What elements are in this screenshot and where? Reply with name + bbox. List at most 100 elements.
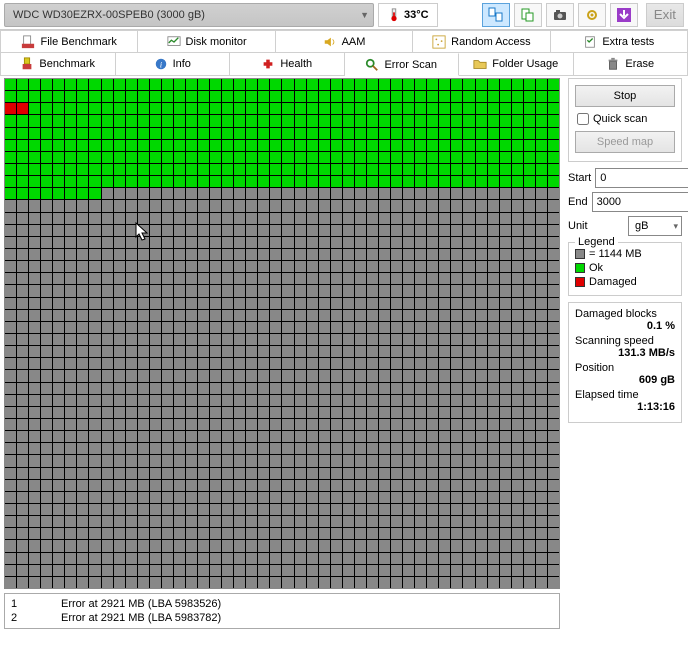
- tab-erase[interactable]: Erase: [574, 53, 688, 76]
- scan-cell: [391, 249, 402, 260]
- tab-random-access[interactable]: Random Access: [413, 30, 550, 53]
- scan-cell: [150, 492, 161, 503]
- scan-cell: [282, 346, 293, 357]
- scan-cell: [150, 285, 161, 296]
- stop-button[interactable]: Stop: [575, 85, 675, 107]
- scan-cell: [536, 298, 547, 309]
- scan-cell: [65, 103, 76, 114]
- scan-cell: [488, 140, 499, 151]
- scan-cell: [77, 91, 88, 102]
- scan-cell: [524, 91, 535, 102]
- scan-cell: [186, 91, 197, 102]
- tab-file-benchmark[interactable]: File Benchmark: [0, 30, 138, 53]
- scan-cell: [65, 310, 76, 321]
- scan-cell: [162, 370, 173, 381]
- toolbar-icon-b[interactable]: [514, 3, 542, 27]
- scan-cell: [77, 395, 88, 406]
- toolbar-icon-a[interactable]: [482, 3, 510, 27]
- scan-cell: [29, 310, 40, 321]
- scan-cell: [234, 225, 245, 236]
- scan-cell: [367, 419, 378, 430]
- scan-cell: [162, 103, 173, 114]
- scan-cell: [355, 480, 366, 491]
- tab-disk-monitor[interactable]: Disk monitor: [138, 30, 275, 53]
- scan-cell: [162, 431, 173, 442]
- scan-cell: [439, 358, 450, 369]
- scan-cell: [500, 213, 511, 224]
- tab-aam[interactable]: AAM: [276, 30, 413, 53]
- scan-cell: [41, 540, 52, 551]
- scan-cell: [343, 455, 354, 466]
- camera-icon[interactable]: [546, 3, 574, 27]
- scan-cell: [476, 225, 487, 236]
- tab-health[interactable]: Health: [230, 53, 345, 76]
- scan-cell: [210, 577, 221, 588]
- exit-button[interactable]: Exit: [646, 3, 684, 27]
- scan-cell: [270, 468, 281, 479]
- scan-cell: [246, 128, 257, 139]
- tab-error-scan[interactable]: Error Scan: [345, 53, 460, 76]
- scan-cell: [174, 395, 185, 406]
- unit-select[interactable]: gB▾: [628, 216, 682, 236]
- scan-cell: [102, 261, 113, 272]
- scan-cell: [89, 164, 100, 175]
- scan-cell: [114, 91, 125, 102]
- scan-cell: [548, 176, 559, 187]
- scan-cell: [355, 188, 366, 199]
- download-icon[interactable]: [610, 3, 638, 27]
- scan-cell: [512, 261, 523, 272]
- scan-cell: [282, 577, 293, 588]
- scan-cell: [234, 152, 245, 163]
- scan-cell: [451, 310, 462, 321]
- scan-cell: [427, 273, 438, 284]
- scan-cell: [536, 334, 547, 345]
- scan-cell: [138, 468, 149, 479]
- scan-cell: [536, 480, 547, 491]
- scan-cell: [102, 528, 113, 539]
- scan-cell: [174, 310, 185, 321]
- scan-cell: [246, 152, 257, 163]
- scan-cell: [258, 553, 269, 564]
- scan-cell: [102, 431, 113, 442]
- scan-cell: [198, 273, 209, 284]
- scan-cell: [500, 516, 511, 527]
- scan-cell: [5, 383, 16, 394]
- tab-extra-tests[interactable]: Extra tests: [551, 30, 688, 53]
- scan-cell: [463, 261, 474, 272]
- scan-cell: [391, 322, 402, 333]
- scan-cell: [500, 407, 511, 418]
- scan-cell: [102, 285, 113, 296]
- scan-cell: [427, 553, 438, 564]
- scan-cell: [488, 79, 499, 90]
- scan-cell: [488, 200, 499, 211]
- scan-cell: [114, 152, 125, 163]
- scan-cell: [17, 103, 28, 114]
- scan-cell: [210, 468, 221, 479]
- gear-icon[interactable]: [578, 3, 606, 27]
- scan-cell: [222, 383, 233, 394]
- tab-info[interactable]: iInfo: [116, 53, 231, 76]
- scan-cell: [476, 249, 487, 260]
- scan-cell: [355, 468, 366, 479]
- tab-folder-usage[interactable]: Folder Usage: [459, 53, 574, 76]
- start-input[interactable]: ▲▼: [595, 168, 688, 188]
- tab-benchmark[interactable]: Benchmark: [0, 53, 116, 76]
- quick-scan-checkbox[interactable]: Quick scan: [575, 113, 675, 125]
- scan-cell: [343, 237, 354, 248]
- scan-cell: [114, 443, 125, 454]
- scan-cell: [198, 310, 209, 321]
- scan-cell: [367, 492, 378, 503]
- scan-cell: [295, 431, 306, 442]
- end-input[interactable]: ▲▼: [592, 192, 688, 212]
- drive-dropdown[interactable]: WDC WD30EZRX-00SPEB0 (3000 gB) ▼: [4, 3, 374, 27]
- scan-cell: [102, 103, 113, 114]
- scan-cell: [246, 273, 257, 284]
- scan-cell: [5, 358, 16, 369]
- speed-map-button[interactable]: Speed map: [575, 131, 675, 153]
- scan-cell: [391, 480, 402, 491]
- scan-cell: [427, 528, 438, 539]
- scan-cell: [355, 273, 366, 284]
- scan-cell: [282, 492, 293, 503]
- scan-cell: [138, 346, 149, 357]
- scan-cell: [319, 225, 330, 236]
